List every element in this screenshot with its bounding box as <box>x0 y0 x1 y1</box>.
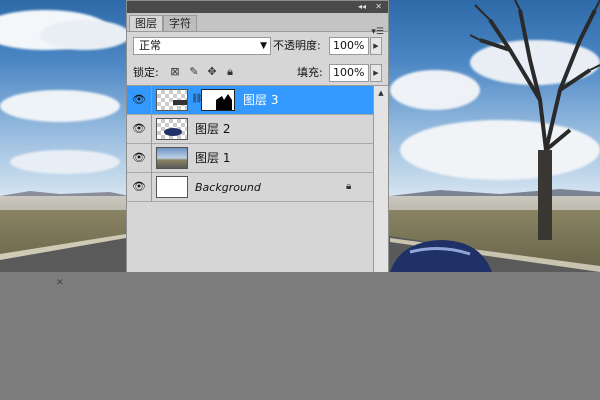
layers-list: 👁︎ ⛓ 图层 3 👁︎ 图层 2 👁︎ 图层 1 👁︎ Background … <box>127 86 373 204</box>
close-icon[interactable]: ✕ <box>375 1 382 13</box>
layer-row-background[interactable]: 👁︎ Background 🔒︎ <box>127 173 373 202</box>
eye-icon[interactable]: 👁︎ <box>130 91 148 109</box>
double-arrow-icon[interactable]: ◂◂ <box>358 1 366 13</box>
layers-panel: ◂◂ ✕ 图层 字符 ▾☰ 正常 ▼ 不透明度: 100% ▶ 锁定: ⊠ ✎ … <box>126 0 389 272</box>
blend-mode-select[interactable]: 正常 ▼ <box>133 37 271 55</box>
opacity-input[interactable]: 100% <box>329 37 369 55</box>
opacity-label: 不透明度: <box>273 39 321 52</box>
eye-icon[interactable]: 👁︎ <box>130 120 148 138</box>
layer-name[interactable]: Background <box>195 173 261 202</box>
fill-label: 填充: <box>297 66 323 79</box>
layer-thumbnail <box>156 89 188 111</box>
layers-empty-area <box>127 204 373 272</box>
layer-name[interactable]: 图层 2 <box>195 115 230 144</box>
lock-transparent-pixels-icon[interactable]: ⊠ <box>169 65 181 79</box>
panel-tabs: 图层 字符 ▾☰ <box>127 13 388 37</box>
lock-all-icon[interactable]: 🔒︎ <box>224 65 236 79</box>
layer-row-2[interactable]: 👁︎ 图层 2 <box>127 115 373 144</box>
panel-titlebar[interactable]: ◂◂ ✕ <box>127 1 388 13</box>
layer-mask-thumbnail[interactable] <box>201 89 235 111</box>
lock-label: 锁定: <box>133 66 159 79</box>
fill-input[interactable]: 100% <box>329 64 369 82</box>
canvas-gray-area <box>0 272 600 400</box>
layer-thumbnail <box>156 118 188 140</box>
opacity-slider-button[interactable]: ▶ <box>370 37 382 55</box>
blend-mode-value: 正常 <box>139 39 161 52</box>
lock-position-icon[interactable]: ✥ <box>206 65 218 79</box>
tab-character[interactable]: 字符 <box>163 15 197 31</box>
eye-icon[interactable]: 👁︎ <box>130 149 148 167</box>
tab-layers[interactable]: 图层 <box>129 15 163 31</box>
layer-row-3[interactable]: 👁︎ ⛓ 图层 3 <box>127 86 373 115</box>
layer-row-1[interactable]: 👁︎ 图层 1 <box>127 144 373 173</box>
padlock-icon: 🔒︎ <box>346 181 352 192</box>
layer-name[interactable]: 图层 3 <box>243 86 278 115</box>
lock-image-pixels-icon[interactable]: ✎ <box>188 65 200 79</box>
chevron-down-icon: ▼ <box>260 41 267 51</box>
layer-name[interactable]: 图层 1 <box>195 144 230 173</box>
fill-slider-button[interactable]: ▶ <box>370 64 382 82</box>
canvas-gray-area-left <box>0 287 64 400</box>
layer-thumbnail <box>156 176 188 198</box>
blend-row: 正常 ▼ 不透明度: 100% ▶ <box>127 33 388 59</box>
layers-scrollbar[interactable]: ▲ <box>373 86 388 272</box>
eye-icon[interactable]: 👁︎ <box>130 178 148 196</box>
lock-row: 锁定: ⊠ ✎ ✥ 🔒︎ 填充: 100% ▶ <box>127 61 388 86</box>
selection-marker-icon: ✕ <box>56 278 64 288</box>
scroll-up-arrow-icon[interactable]: ▲ <box>374 86 388 100</box>
layer-thumbnail <box>156 147 188 169</box>
tree <box>470 0 600 240</box>
